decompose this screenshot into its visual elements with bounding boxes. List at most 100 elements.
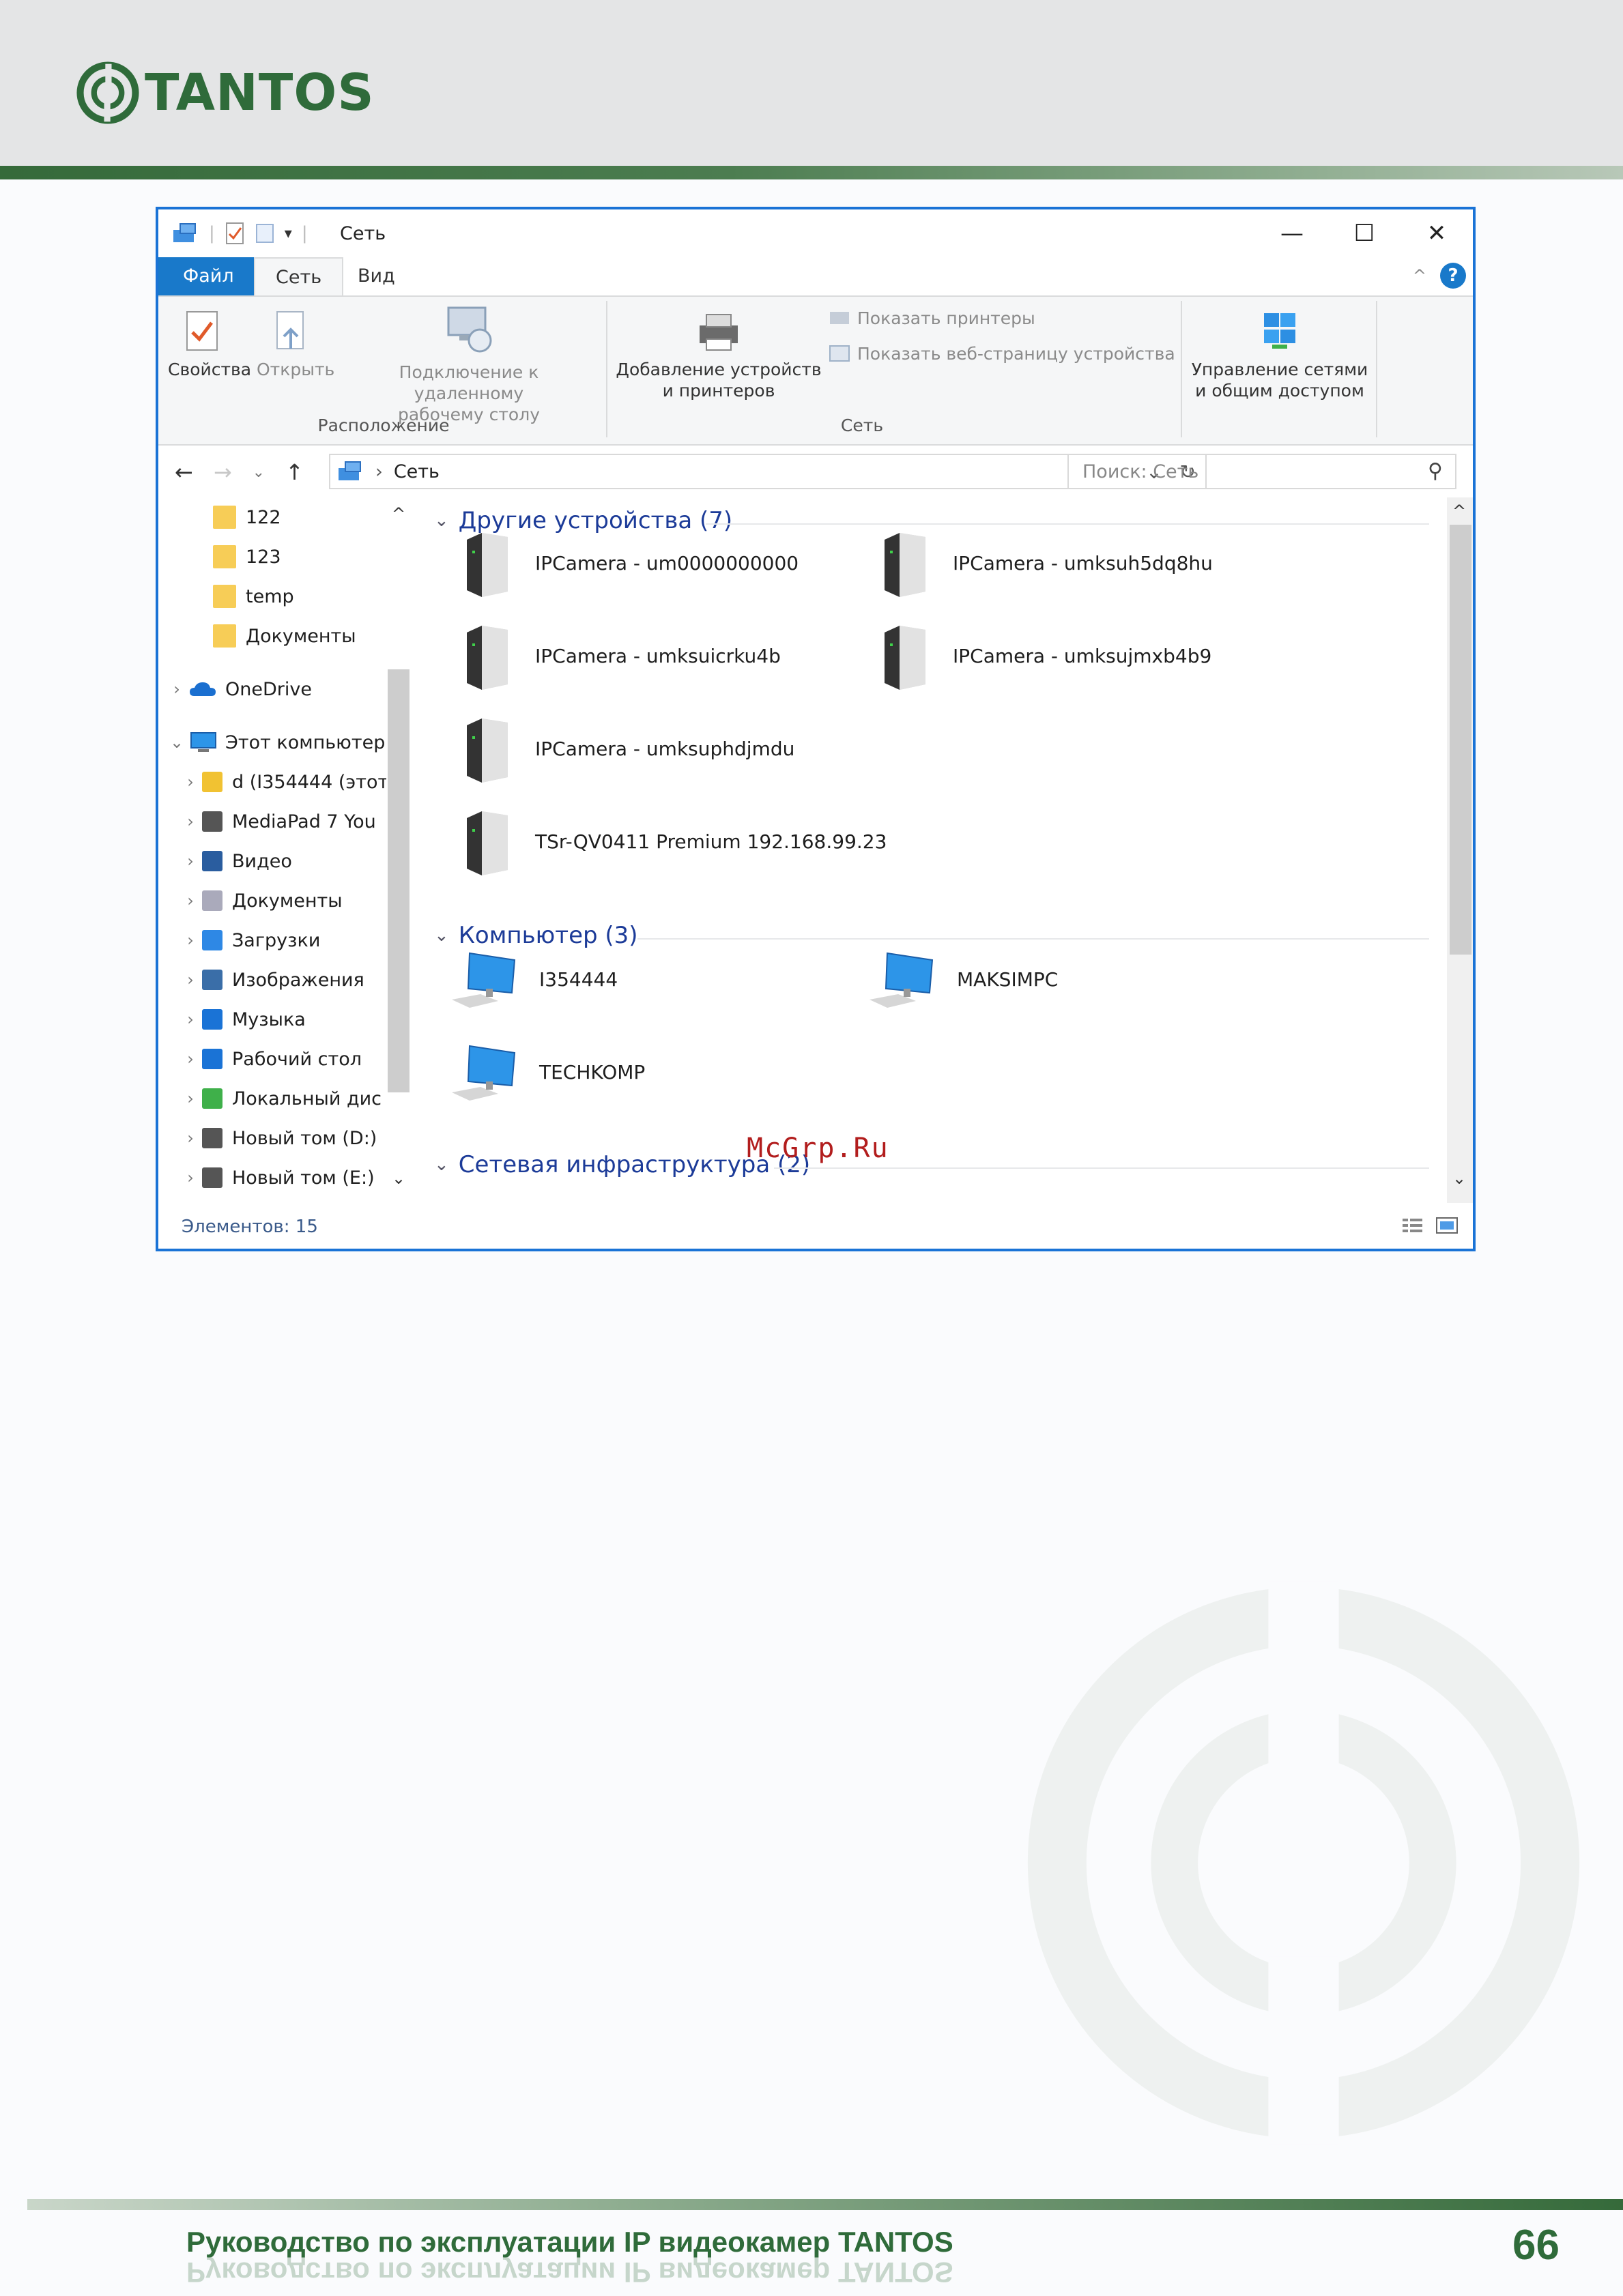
breadcrumb-network[interactable]: Сеть xyxy=(394,461,440,482)
computer-item[interactable]: I354444 xyxy=(449,944,618,1015)
folder-icon xyxy=(213,506,236,529)
collapse-ribbon-icon[interactable]: ^ xyxy=(1413,266,1426,285)
folder-icon xyxy=(213,585,236,608)
content-scrollbar[interactable]: ^ ⌄ xyxy=(1447,497,1473,1203)
device-tower-icon xyxy=(467,718,508,783)
chevron-right-icon[interactable]: › xyxy=(179,1129,202,1148)
device-tower-icon xyxy=(467,533,508,597)
nav-pc-item[interactable]: › Новый том (D:) xyxy=(179,1118,377,1158)
details-view-icon[interactable] xyxy=(1401,1215,1425,1236)
nav-pc-item-label: Новый том (D:) xyxy=(232,1127,377,1149)
chevron-right-icon[interactable]: › xyxy=(179,970,202,989)
properties-icon xyxy=(186,311,218,351)
open-button[interactable]: Открыть xyxy=(257,309,334,380)
back-arrow-icon[interactable]: ← xyxy=(175,459,193,485)
device-item[interactable]: IPCamera - umksujmxb4b9 xyxy=(872,619,1211,693)
content-scroll-thumb[interactable] xyxy=(1450,525,1471,955)
nav-pc-item[interactable]: › Изображения xyxy=(179,960,364,1000)
large-icons-view-icon[interactable] xyxy=(1435,1215,1459,1236)
qat-dropdown-icon[interactable]: ▾ xyxy=(285,225,292,242)
chevron-right-icon[interactable]: › xyxy=(179,1010,202,1029)
close-button[interactable]: ✕ xyxy=(1401,209,1473,257)
show-device-webpage-button[interactable]: Показать веб-страницу устройства xyxy=(827,343,1175,364)
nav-pc-item[interactable]: › Музыка xyxy=(179,1000,306,1039)
nav-folder[interactable]: temp xyxy=(213,577,294,616)
minimize-button[interactable]: — xyxy=(1256,209,1328,257)
scroll-down-icon[interactable]: ⌄ xyxy=(1452,1169,1466,1188)
remote-desktop-icon xyxy=(447,306,492,353)
properties-check-icon[interactable] xyxy=(225,222,245,245)
nav-onedrive[interactable]: › OneDrive xyxy=(165,669,312,709)
folder-icon xyxy=(213,624,236,648)
nav-pc-item[interactable]: › Загрузки xyxy=(179,920,320,960)
forward-arrow-icon[interactable]: → xyxy=(214,459,232,485)
chevron-right-icon[interactable]: › xyxy=(179,812,202,831)
network-sharing-label-2: и общим доступом xyxy=(1195,381,1364,401)
maximize-button[interactable]: ☐ xyxy=(1328,209,1401,257)
device-item[interactable]: IPCamera - umksuphdjmdu xyxy=(455,712,794,785)
nav-pc-item[interactable]: › Документы xyxy=(179,881,343,920)
remote-desktop-button[interactable]: Подключение к удаленному рабочему столу xyxy=(343,302,595,425)
nav-pc-item[interactable]: › Видео xyxy=(179,841,292,881)
nav-folder[interactable]: Документы xyxy=(213,616,356,656)
nav-this-pc[interactable]: ⌄ Этот компьютер xyxy=(165,723,385,762)
group-divider xyxy=(637,938,1429,940)
chevron-right-icon[interactable]: › xyxy=(179,852,202,871)
tab-view[interactable]: Вид xyxy=(337,257,416,295)
scroll-down-icon[interactable]: ⌄ xyxy=(392,1169,405,1188)
add-devices-button[interactable]: Добавление устройств и принтеров xyxy=(613,309,824,401)
properties-button[interactable]: Свойства xyxy=(168,309,251,380)
nav-pc-item[interactable]: › Локальный дис xyxy=(179,1079,382,1118)
nav-pc-item[interactable]: › d (I354444 (этот xyxy=(179,762,388,802)
tab-network[interactable]: Сеть xyxy=(254,257,344,297)
computer-name: MAKSIMPC xyxy=(957,968,1059,991)
nav-folder[interactable]: 123 xyxy=(213,537,281,577)
help-icon[interactable]: ? xyxy=(1440,263,1466,289)
search-icon[interactable]: ⚲ xyxy=(1428,459,1443,483)
chevron-right-icon[interactable]: › xyxy=(179,891,202,910)
chevron-down-icon[interactable]: ⌄ xyxy=(165,733,188,752)
chevron-right-icon[interactable]: › xyxy=(179,1049,202,1069)
chevron-right-icon[interactable]: › xyxy=(165,680,188,699)
chevron-down-icon[interactable]: ⌄ xyxy=(434,510,449,531)
view-buttons xyxy=(1401,1215,1459,1236)
quick-access-toolbar: | ▾ | xyxy=(172,222,308,245)
nav-scroll-thumb[interactable] xyxy=(388,669,410,1092)
navigation-buttons: ← → ⌄ ↑ xyxy=(175,459,304,485)
nav-pc-item[interactable]: › Рабочий стол xyxy=(179,1039,362,1079)
new-folder-icon[interactable] xyxy=(255,222,275,245)
ribbon: Свойства Открыть Подключение к удаленном… xyxy=(158,295,1473,446)
computer-item[interactable]: MAKSIMPC xyxy=(867,944,1058,1015)
search-input[interactable]: Поиск: Сеть ⚲ xyxy=(1067,454,1456,489)
nav-scrollbar[interactable]: ^ ⌄ xyxy=(386,497,414,1203)
show-printers-label: Показать принтеры xyxy=(857,308,1035,328)
scroll-up-icon[interactable]: ^ xyxy=(1452,502,1466,521)
up-arrow-icon[interactable]: ↑ xyxy=(285,459,304,485)
chevron-right-icon[interactable]: › xyxy=(179,931,202,950)
nav-folder[interactable]: 122 xyxy=(213,497,281,537)
chevron-down-icon[interactable]: ⌄ xyxy=(434,1154,449,1175)
nav-onedrive-label: OneDrive xyxy=(225,678,312,700)
device-item[interactable]: IPCamera - um0000000000 xyxy=(455,526,799,600)
computer-monitor-icon xyxy=(870,952,934,1008)
chevron-down-icon[interactable]: ⌄ xyxy=(434,925,449,946)
nav-pc-item[interactable]: › MediaPad 7 You xyxy=(179,802,376,841)
group-location-label: Расположение xyxy=(317,416,450,435)
network-sharing-center-button[interactable]: Управление сетями и общим доступом xyxy=(1188,309,1372,401)
nav-pc-item-label: d (I354444 (этот xyxy=(232,771,389,793)
drive-icon xyxy=(202,1049,222,1069)
recent-locations-icon[interactable]: ⌄ xyxy=(253,464,265,481)
nav-pc-item[interactable]: › Новый том (E:) xyxy=(179,1158,374,1197)
chevron-right-icon[interactable]: › xyxy=(179,1168,202,1187)
device-item[interactable]: IPCamera - umksuicrku4b xyxy=(455,619,781,693)
device-item[interactable]: IPCamera - umksuh5dq8hu xyxy=(872,526,1213,600)
tab-file[interactable]: Файл xyxy=(158,257,259,295)
chevron-right-icon[interactable]: › xyxy=(179,772,202,791)
device-item[interactable]: TSr-QV0411 Premium 192.168.99.23 xyxy=(455,804,887,878)
computer-item[interactable]: TECHKOMP xyxy=(449,1036,645,1107)
show-printers-button[interactable]: Показать принтеры xyxy=(827,308,1035,328)
chevron-right-icon[interactable]: › xyxy=(179,1089,202,1108)
scroll-up-icon[interactable]: ^ xyxy=(392,504,405,523)
computer-name: I354444 xyxy=(539,968,618,991)
nav-pc-item-label: Документы xyxy=(232,890,343,912)
